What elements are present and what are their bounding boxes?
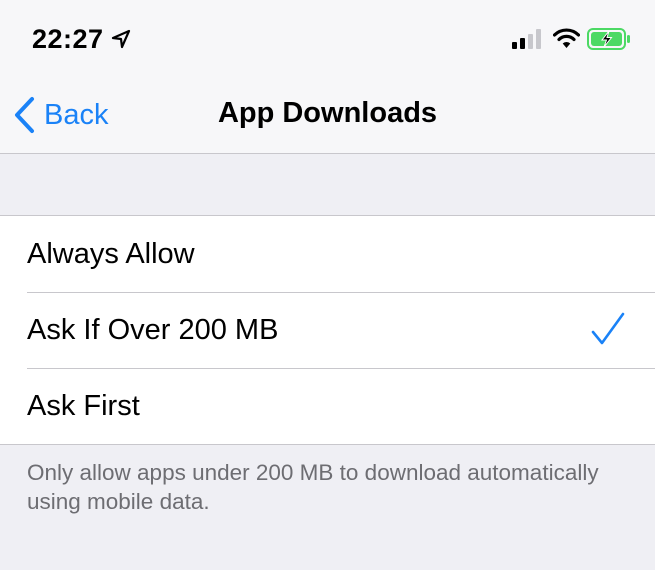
page-title: App Downloads: [217, 97, 438, 129]
download-options-list: Always Allow Ask If Over 200 MB Ask Firs…: [0, 215, 655, 445]
option-label: Ask First: [27, 389, 140, 422]
checkmark-icon: [591, 312, 625, 345]
status-time: 22:27: [32, 24, 104, 54]
option-label: Ask If Over 200 MB: [27, 313, 279, 346]
cellular-signal-icon: [512, 29, 541, 49]
wifi-icon: [553, 28, 580, 48]
option-label: Always Allow: [27, 237, 195, 270]
location-arrow-icon: [111, 29, 131, 49]
battery-charging-icon: [587, 28, 630, 50]
option-ask-if-over-200mb[interactable]: Ask If Over 200 MB: [0, 292, 655, 368]
navigation-bar: Back App Downloads: [0, 75, 655, 154]
option-ask-first[interactable]: Ask First: [0, 368, 655, 444]
option-always-allow[interactable]: Always Allow: [0, 216, 655, 292]
footer-note: Only allow apps under 200 MB to download…: [27, 460, 599, 514]
settings-screen: 22:27 Back App Downloads Always Allow As…: [0, 0, 655, 570]
status-bar: 22:27: [0, 0, 655, 75]
